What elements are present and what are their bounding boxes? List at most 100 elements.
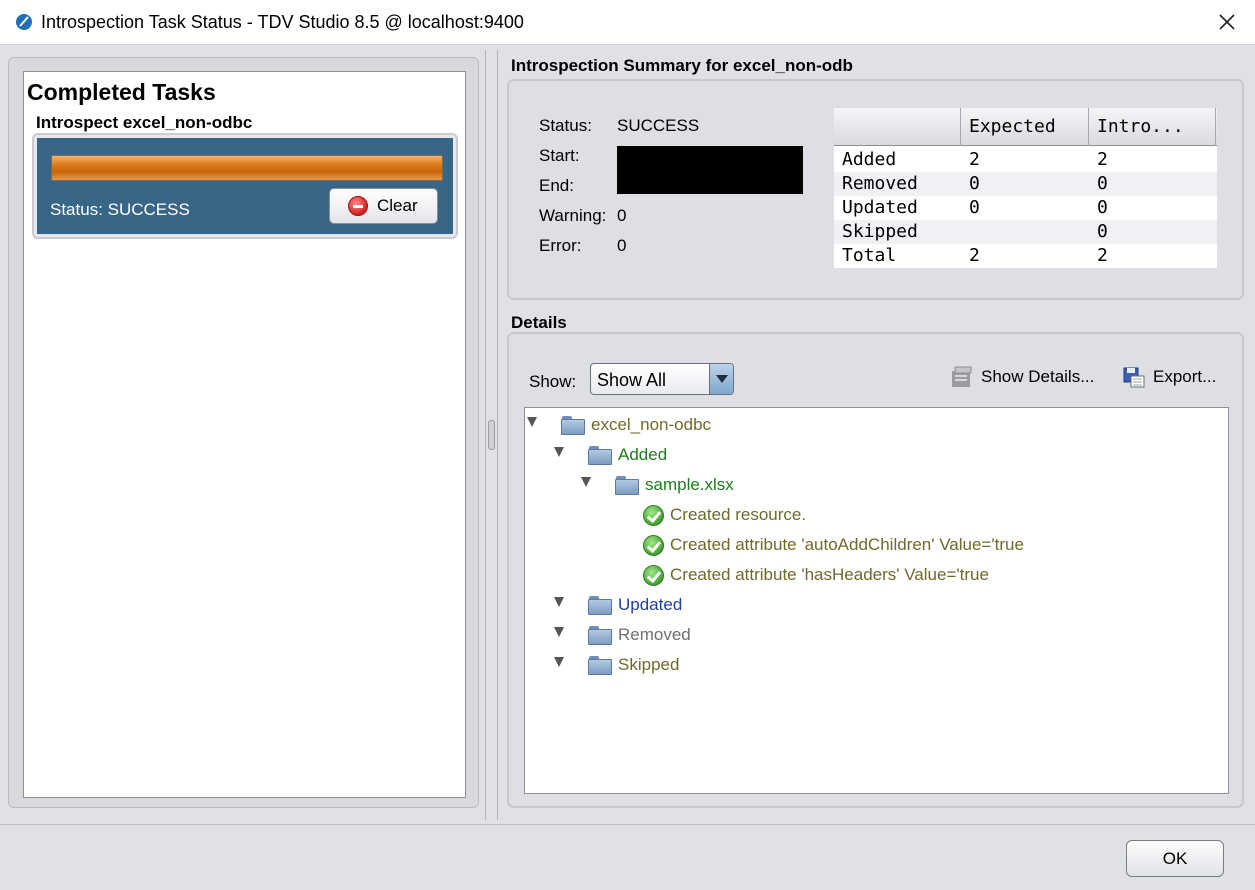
split-pane-divider[interactable] bbox=[485, 50, 500, 820]
footer-separator bbox=[0, 824, 1255, 825]
warning-label: Warning: bbox=[539, 206, 607, 225]
tree-node-label: Removed bbox=[618, 625, 691, 644]
expand-file-icon[interactable] bbox=[581, 477, 591, 487]
status-label: Status: bbox=[539, 116, 592, 135]
tree-node-label: Added bbox=[618, 445, 668, 464]
success-check-icon bbox=[643, 504, 664, 526]
tree-message[interactable]: Created attribute 'autoAddChildren' Valu… bbox=[643, 533, 1024, 557]
expand-root-icon[interactable] bbox=[527, 417, 537, 427]
details-panel: Show: Show All Show Details... Export...… bbox=[507, 332, 1244, 808]
show-filter-value: Show All bbox=[597, 370, 667, 390]
table-row: Removed 0 0 bbox=[834, 172, 1217, 196]
clear-button[interactable]: Clear bbox=[329, 188, 438, 224]
completed-tasks-heading: Completed Tasks bbox=[27, 79, 216, 105]
tree-node-label: Skipped bbox=[618, 655, 680, 674]
tree-node-label: excel_non-odbc bbox=[591, 415, 712, 434]
tree-node-root[interactable]: excel_non-odbc bbox=[561, 413, 711, 437]
success-check-icon bbox=[643, 564, 664, 586]
column-header-expected[interactable]: Expected bbox=[961, 108, 1089, 146]
table-cell: 0 bbox=[969, 197, 980, 218]
folder-icon bbox=[588, 655, 612, 675]
tree-node-label: Updated bbox=[618, 595, 683, 614]
redacted-timestamps bbox=[617, 146, 803, 194]
error-label: Error: bbox=[539, 236, 582, 255]
table-cell: 2 bbox=[1097, 149, 1108, 170]
table-cell: 0 bbox=[1097, 197, 1108, 218]
task-name: Introspect excel_non-odbc bbox=[36, 113, 253, 132]
export-button[interactable]: Export... bbox=[1122, 365, 1216, 389]
folder-icon bbox=[588, 595, 612, 615]
folder-icon bbox=[588, 445, 612, 465]
details-tree: excel_non-odbc Added sample.xlsx Created… bbox=[524, 407, 1229, 794]
export-icon bbox=[1123, 367, 1145, 388]
expand-updated-icon[interactable] bbox=[554, 597, 564, 607]
tree-message[interactable]: Created attribute 'hasHeaders' Value='tr… bbox=[643, 563, 989, 587]
table-cell: Total bbox=[842, 245, 897, 266]
tree-node-removed[interactable]: Removed bbox=[588, 623, 691, 647]
tree-message[interactable]: Created resource. bbox=[643, 503, 806, 527]
folder-icon bbox=[561, 415, 585, 435]
table-header: Expected Intro... bbox=[834, 108, 1217, 146]
tree-message-label: Created attribute 'hasHeaders' Value='tr… bbox=[670, 565, 989, 584]
table-cell: Updated bbox=[842, 197, 918, 218]
details-title: Details bbox=[511, 313, 567, 332]
table-cell: 2 bbox=[969, 149, 980, 170]
summary-panel: Status: SUCCESS Start: End: Warning: 0 E… bbox=[507, 79, 1244, 300]
tree-message-label: Created resource. bbox=[670, 505, 807, 524]
tree-message-label: Created attribute 'autoAddChildren' Valu… bbox=[670, 535, 1024, 554]
title-bar: Introspection Task Status - TDV Studio 8… bbox=[0, 0, 1255, 45]
table-cell: 2 bbox=[969, 245, 980, 266]
folder-icon bbox=[588, 625, 612, 645]
table-cell: Removed bbox=[842, 173, 918, 194]
chevron-down-icon bbox=[715, 375, 728, 383]
table-cell: 0 bbox=[1097, 173, 1108, 194]
expand-removed-icon[interactable] bbox=[554, 627, 564, 637]
table-cell: 0 bbox=[1097, 221, 1108, 242]
show-details-button[interactable]: Show Details... bbox=[950, 365, 1094, 389]
status-value: SUCCESS bbox=[617, 116, 700, 135]
details-icon bbox=[952, 366, 972, 387]
task-card[interactable]: Status: SUCCESS Clear bbox=[32, 133, 458, 239]
completed-tasks-list: Completed Tasks Introspect excel_non-odb… bbox=[23, 71, 466, 798]
stop-icon bbox=[348, 196, 368, 216]
table-row: Added 2 2 bbox=[834, 148, 1217, 172]
table-row: Total 2 2 bbox=[834, 244, 1217, 268]
expand-skipped-icon[interactable] bbox=[554, 657, 564, 667]
close-icon bbox=[1219, 14, 1235, 30]
summary-table: Expected Intro... Added 2 2 Removed 0 0 … bbox=[834, 108, 1217, 268]
column-header-introspected[interactable]: Intro... bbox=[1089, 108, 1216, 146]
summary-title: Introspection Summary for excel_non-odb bbox=[511, 56, 853, 75]
close-button[interactable] bbox=[1207, 5, 1247, 39]
column-header-blank[interactable] bbox=[834, 108, 961, 146]
tdv-logo-icon bbox=[16, 14, 32, 30]
table-cell: Skipped bbox=[842, 221, 918, 242]
tree-node-file[interactable]: sample.xlsx bbox=[615, 473, 734, 497]
completed-tasks-panel: Completed Tasks Introspect excel_non-odb… bbox=[8, 57, 479, 808]
tree-node-skipped[interactable]: Skipped bbox=[588, 653, 679, 677]
folder-icon bbox=[615, 475, 639, 495]
tree-node-updated[interactable]: Updated bbox=[588, 593, 682, 617]
expand-added-icon[interactable] bbox=[554, 447, 564, 457]
table-row: Updated 0 0 bbox=[834, 196, 1217, 220]
table-cell: 0 bbox=[969, 173, 980, 194]
splitter-grip-icon[interactable] bbox=[488, 420, 495, 450]
table-cell: 2 bbox=[1097, 245, 1108, 266]
show-label: Show: bbox=[529, 372, 577, 391]
tree-node-added[interactable]: Added bbox=[588, 443, 667, 467]
window-title: Introspection Task Status - TDV Studio 8… bbox=[41, 12, 524, 32]
warning-value: 0 bbox=[617, 206, 627, 225]
end-label: End: bbox=[539, 176, 574, 195]
tree-node-label: sample.xlsx bbox=[645, 475, 734, 494]
clear-button-label: Clear bbox=[377, 196, 418, 215]
table-row: Skipped 0 bbox=[834, 220, 1217, 244]
task-status: Status: SUCCESS bbox=[50, 200, 190, 219]
start-label: Start: bbox=[539, 146, 580, 165]
table-cell: Added bbox=[842, 149, 897, 170]
error-value: 0 bbox=[617, 236, 627, 255]
ok-button[interactable]: OK bbox=[1126, 840, 1224, 877]
success-check-icon bbox=[643, 534, 664, 556]
dialog-body: Completed Tasks Introspect excel_non-odb… bbox=[0, 45, 1255, 890]
task-progress-bar bbox=[51, 155, 443, 181]
show-details-label: Show Details... bbox=[981, 367, 1095, 386]
show-filter-select[interactable]: Show All bbox=[590, 363, 734, 395]
